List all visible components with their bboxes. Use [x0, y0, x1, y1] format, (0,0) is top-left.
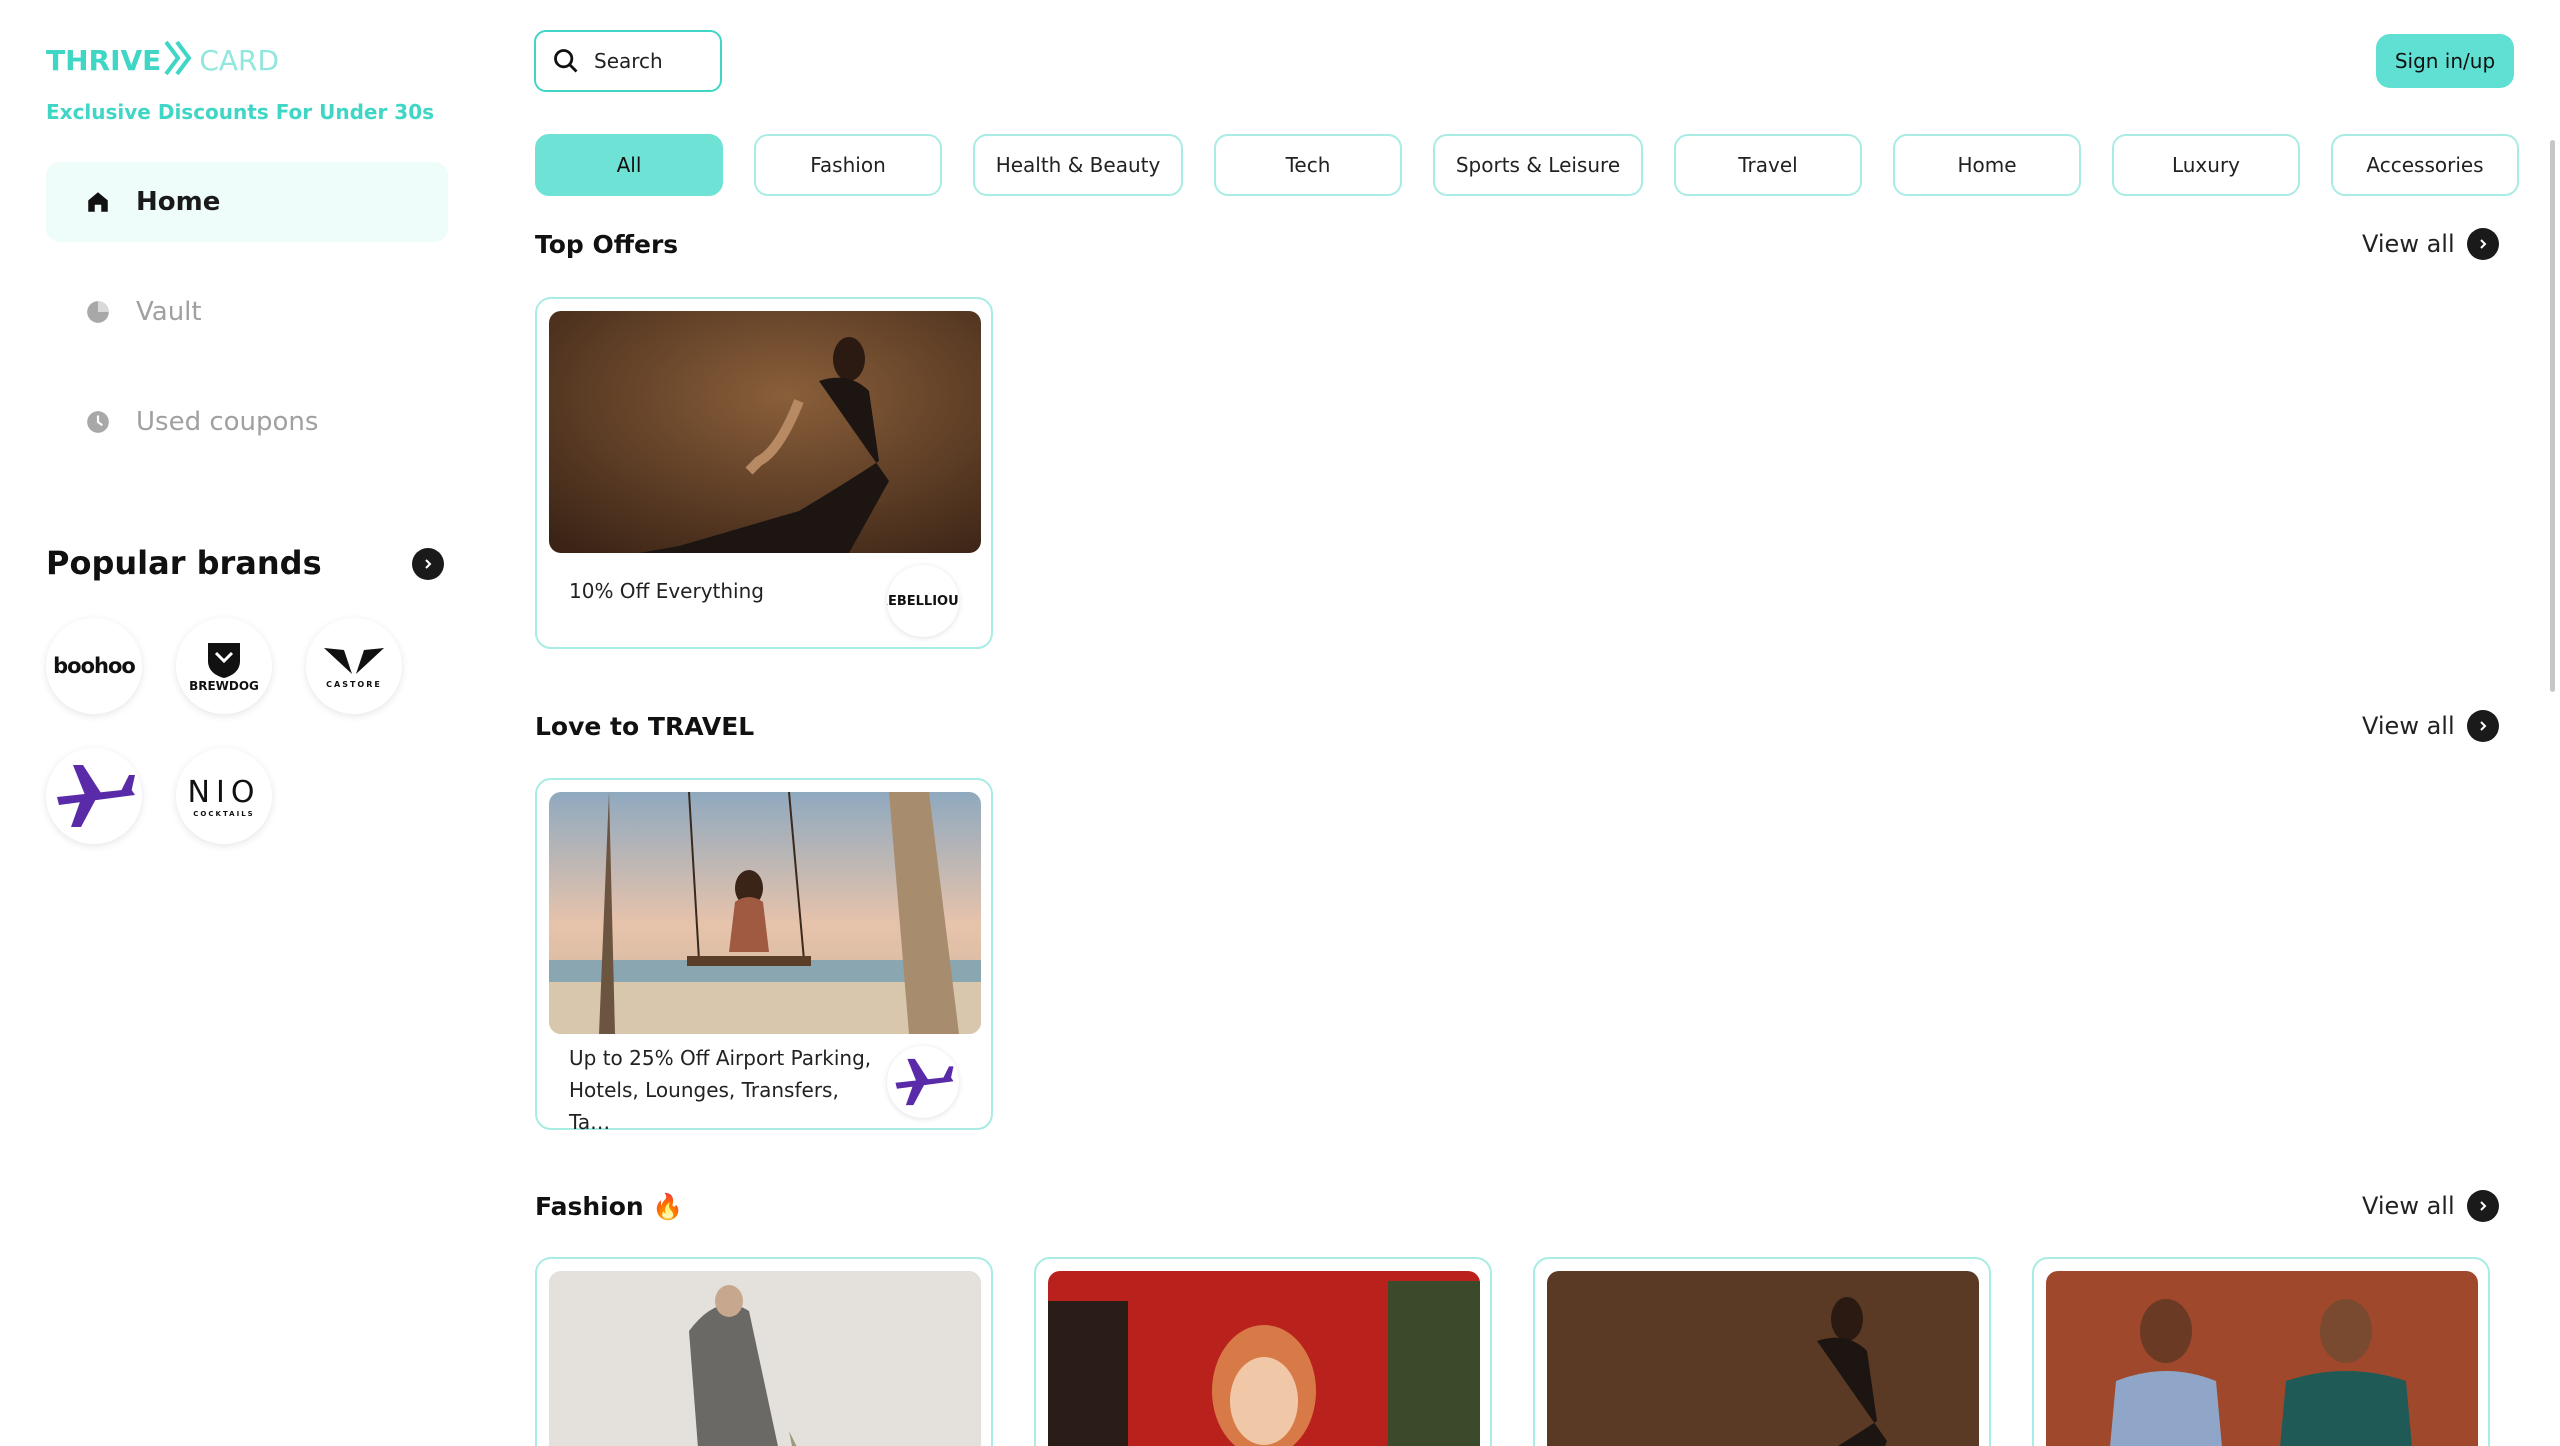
- brand-brewdog-label: BREWDOG: [189, 679, 259, 693]
- plane-icon: [895, 1058, 954, 1106]
- brand-nio-cocktails[interactable]: NIO COCKTAILS: [176, 748, 272, 844]
- brewdog-shield-icon: [208, 643, 240, 678]
- brand-nio-label: NIO: [187, 774, 261, 810]
- nav-item-home[interactable]: Home: [46, 162, 448, 242]
- offer-brand-logo: REBELLIOUS: [887, 565, 959, 637]
- offer-card-rebellious[interactable]: 10% Off Everything REBELLIOUS: [535, 297, 993, 649]
- offer-card-holiday-extras[interactable]: Up to 25% Off Airport Parking, Hotels, L…: [535, 778, 993, 1134]
- category-chip-home[interactable]: Home: [1893, 134, 2081, 196]
- brand-castore[interactable]: CASTORE: [306, 618, 402, 714]
- search-icon: [552, 47, 580, 75]
- pie-chart-icon: [84, 298, 112, 326]
- view-all-label: View all: [2362, 1192, 2455, 1220]
- category-chip-luxury[interactable]: Luxury: [2112, 134, 2300, 196]
- view-all-travel[interactable]: View all: [2362, 710, 2499, 742]
- offer-image: [1048, 1271, 1480, 1446]
- tagline: Exclusive Discounts For Under 30s: [46, 100, 435, 124]
- nav-item-vault[interactable]: Vault: [46, 272, 448, 352]
- search-label: Search: [594, 49, 663, 73]
- brand-holiday-extras[interactable]: [46, 748, 142, 844]
- category-chip-health-beauty[interactable]: Health & Beauty: [973, 134, 1183, 196]
- sidebar: THRIVE CARD Exclusive Discounts For Unde…: [0, 0, 480, 1446]
- fashion-card-4[interactable]: [2032, 1257, 2490, 1446]
- logo-main: THRIVE: [46, 43, 162, 77]
- section-title-travel: Love to TRAVEL: [535, 712, 755, 741]
- offer-brand-logo: [887, 1046, 959, 1118]
- offer-image: [549, 792, 981, 1034]
- brand-brewdog[interactable]: BREWDOG: [176, 618, 272, 714]
- category-chip-sports-leisure[interactable]: Sports & Leisure: [1433, 134, 1643, 196]
- category-chip-all[interactable]: All: [535, 134, 723, 196]
- nav-label-used-coupons: Used coupons: [136, 407, 319, 437]
- offer-image: [1547, 1271, 1979, 1446]
- category-chip-tech[interactable]: Tech: [1214, 134, 1402, 196]
- plane-icon: [57, 765, 135, 827]
- section-title-fashion: Fashion 🔥: [535, 1192, 684, 1221]
- thrivecard-logo[interactable]: THRIVE CARD: [46, 38, 279, 82]
- offer-image: [549, 1271, 981, 1446]
- brand-nio-sub-label: COCKTAILS: [193, 809, 255, 818]
- signin-button[interactable]: Sign in/up: [2376, 34, 2514, 88]
- offer-image: [2046, 1271, 2478, 1446]
- logo-chevron-icon: [163, 40, 197, 81]
- nav-label-home: Home: [136, 187, 221, 217]
- view-all-label: View all: [2362, 712, 2455, 740]
- nav-item-used-coupons[interactable]: Used coupons: [46, 382, 448, 462]
- category-chip-travel[interactable]: Travel: [1674, 134, 1862, 196]
- page-scrollbar[interactable]: [2550, 140, 2555, 692]
- view-all-fashion[interactable]: View all: [2362, 1190, 2499, 1222]
- view-all-label: View all: [2362, 230, 2455, 258]
- offer-image: [549, 311, 981, 553]
- chevron-right-icon: [2466, 710, 2499, 742]
- offer-text: Up to 25% Off Airport Parking, Hotels, L…: [569, 1046, 872, 1134]
- chevron-right-icon: [2466, 228, 2499, 260]
- chevron-right-icon: [2466, 1190, 2499, 1222]
- search-button[interactable]: Search: [534, 30, 722, 92]
- fashion-card-1[interactable]: [535, 1257, 993, 1446]
- logo-suffix: CARD: [199, 43, 280, 77]
- fashion-card-2[interactable]: [1034, 1257, 1492, 1446]
- brand-boohoo-label: boohoo: [53, 654, 136, 678]
- offer-text: 10% Off Everything: [569, 579, 764, 603]
- fashion-card-3[interactable]: [1533, 1257, 1991, 1446]
- category-chip-accessories[interactable]: Accessories: [2331, 134, 2519, 196]
- home-icon: [84, 188, 112, 216]
- view-all-top-offers[interactable]: View all: [2362, 228, 2499, 260]
- popular-brands-arrow-icon[interactable]: [412, 548, 444, 580]
- clock-icon: [84, 408, 112, 436]
- category-chip-fashion[interactable]: Fashion: [754, 134, 942, 196]
- castore-wings-icon: [324, 647, 384, 674]
- popular-brands-title: Popular brands: [46, 544, 322, 582]
- brand-boohoo[interactable]: boohoo: [46, 618, 142, 714]
- section-title-top-offers: Top Offers: [535, 230, 679, 259]
- brand-castore-label: CASTORE: [326, 679, 382, 689]
- nav-label-vault: Vault: [136, 297, 202, 327]
